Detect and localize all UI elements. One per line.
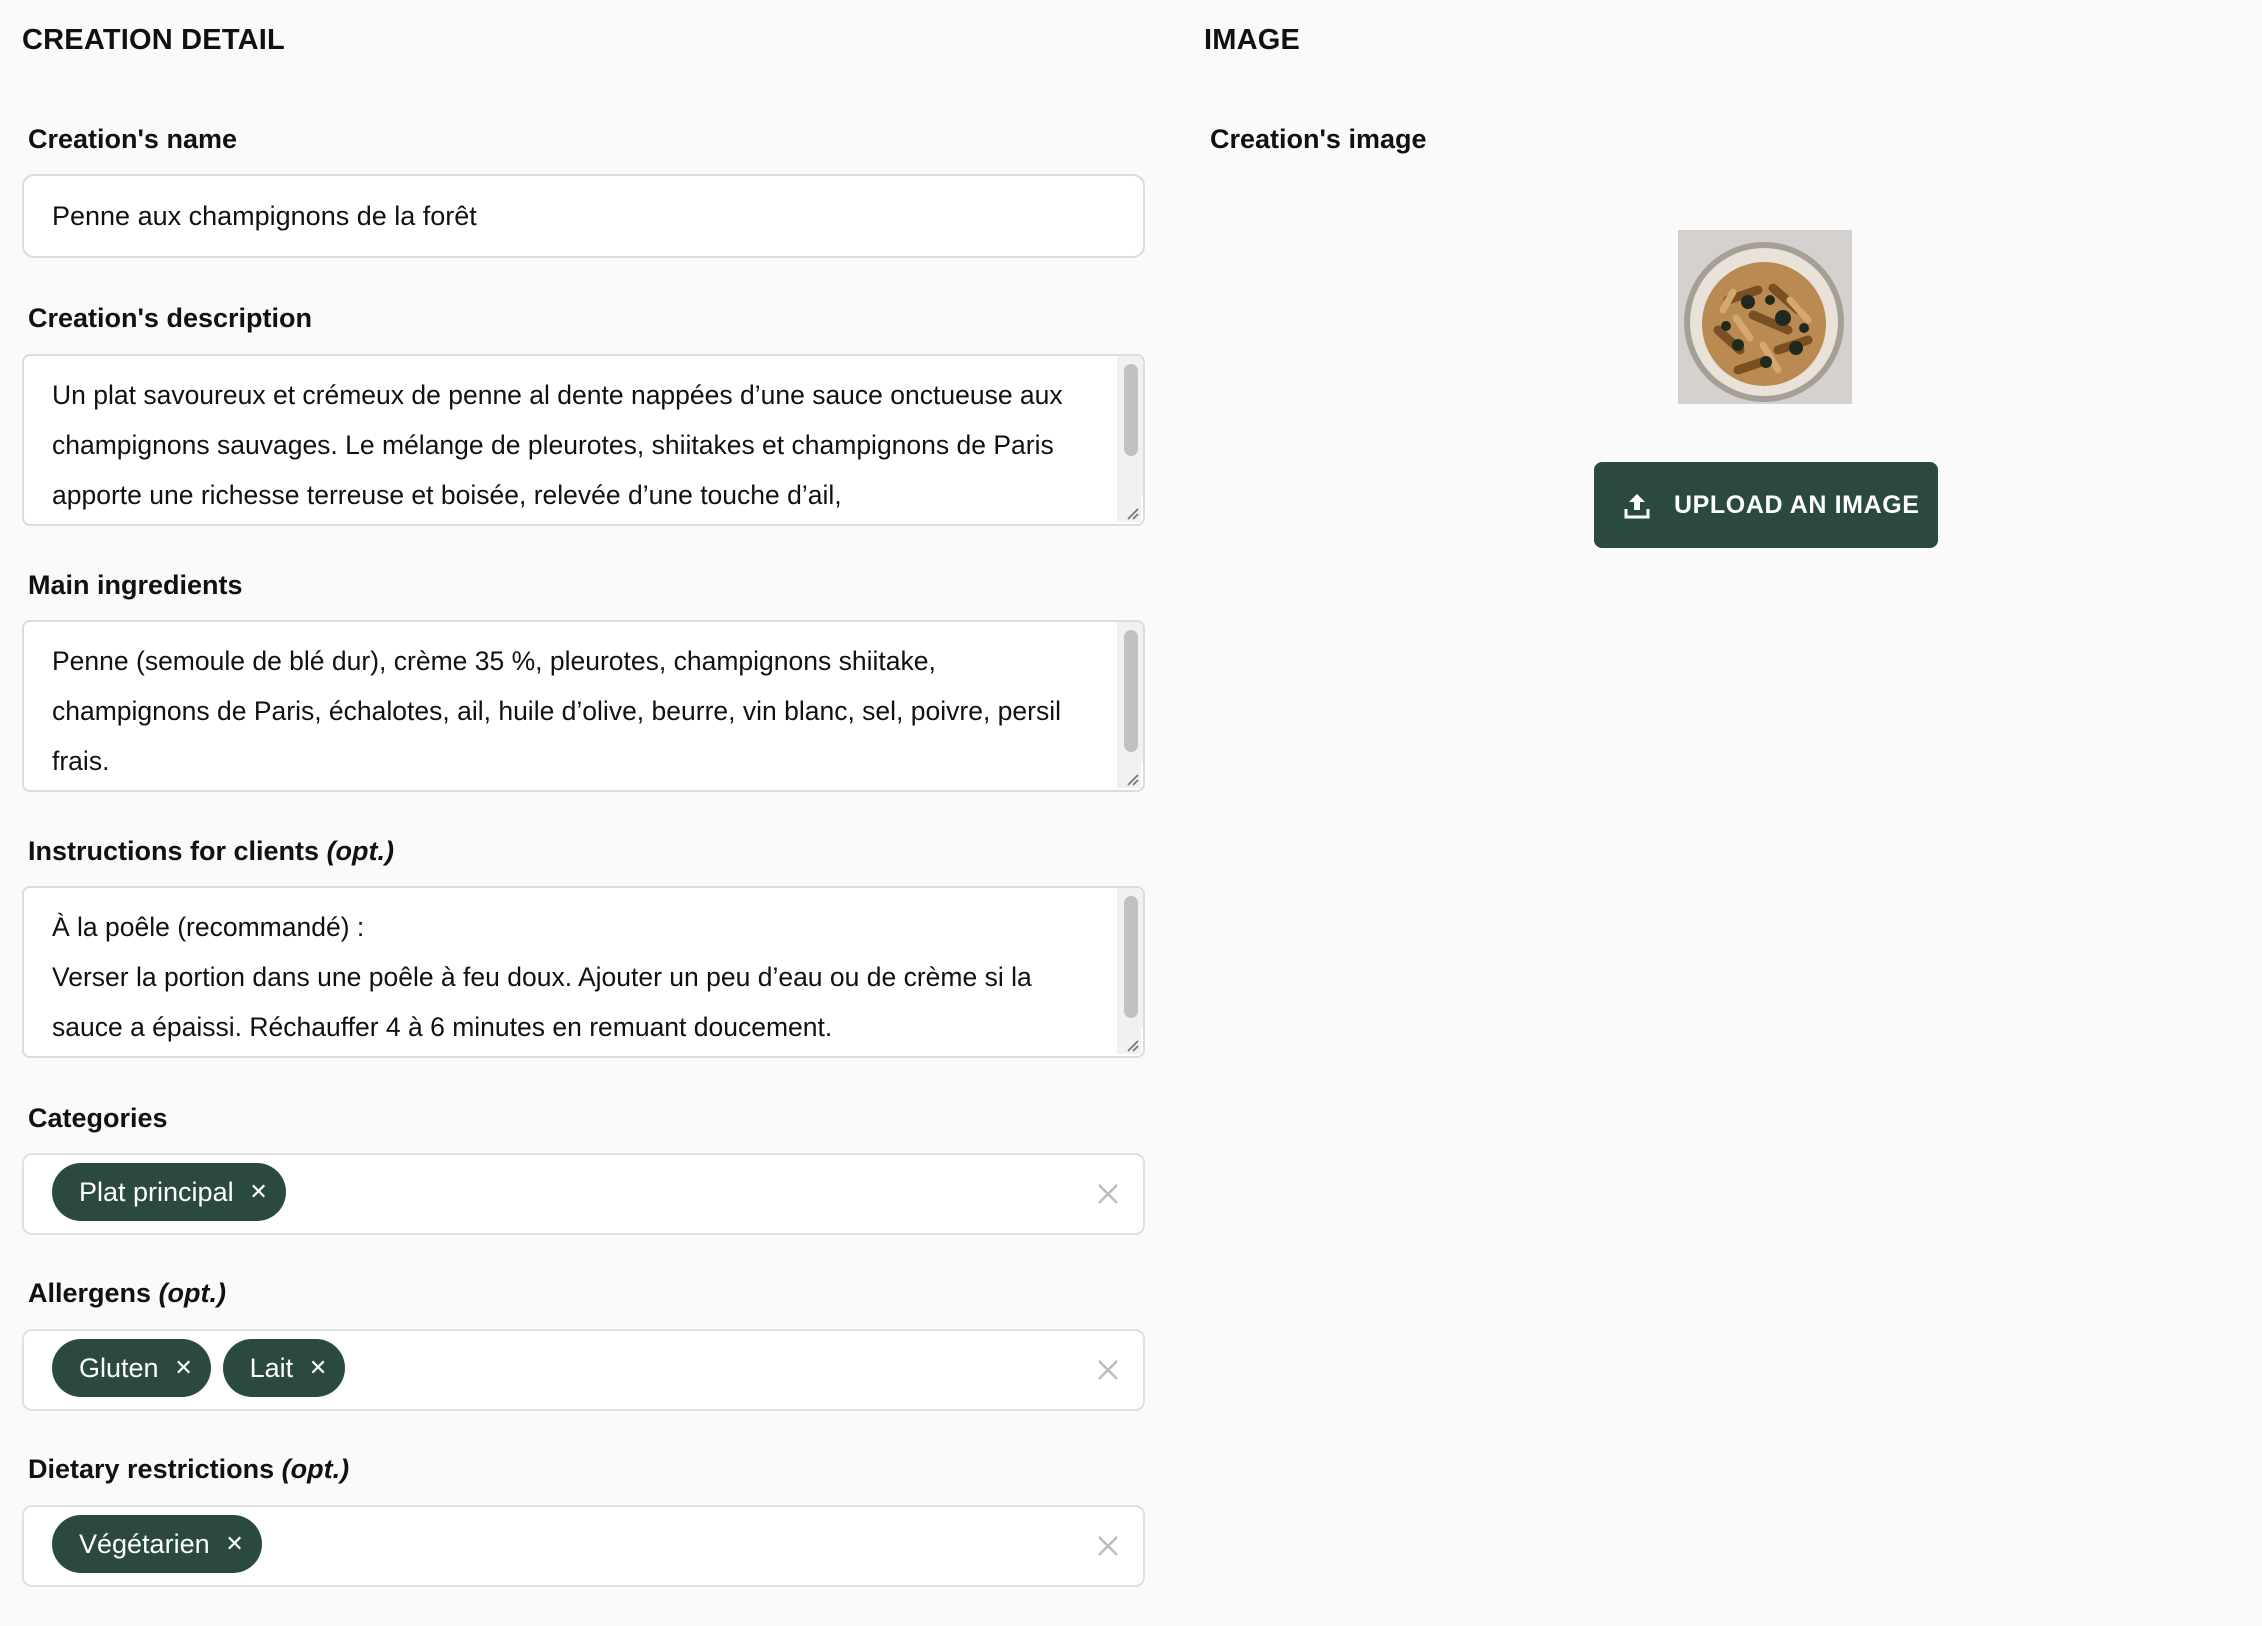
chip-remove-icon[interactable]: ✕: [171, 1355, 197, 1381]
optional-marker: (opt.): [158, 1278, 227, 1308]
ingredients-label: Main ingredients: [28, 570, 243, 600]
ingredients-textarea[interactable]: Penne (semoule de blé dur), crème 35 %, …: [22, 620, 1145, 792]
allergen-chip: Lait ✕: [222, 1339, 346, 1397]
instructions-scrollbar[interactable]: [1117, 888, 1143, 1028]
dietary-label-text: Dietary restrictions: [28, 1454, 275, 1484]
instructions-label-text: Instructions for clients: [28, 836, 320, 866]
chip-remove-icon[interactable]: ✕: [246, 1179, 272, 1205]
dietary-label: Dietary restrictions (opt.): [28, 1454, 349, 1485]
chip-label: Gluten: [79, 1352, 159, 1383]
description-text: Un plat savoureux et crémeux de penne al…: [52, 380, 1071, 510]
allergen-chip: Gluten ✕: [52, 1339, 211, 1397]
categories-select[interactable]: Plat principal ✕: [22, 1153, 1145, 1235]
chip-label: Végétarien: [79, 1528, 210, 1559]
upload-icon: [1624, 494, 1650, 519]
dietary-chip: Végétarien ✕: [52, 1515, 262, 1573]
upload-button-label: UPLOAD AN IMAGE: [1674, 490, 1920, 519]
allergens-select[interactable]: Gluten ✕ Lait ✕: [22, 1329, 1145, 1411]
instructions-textarea[interactable]: À la poêle (recommandé) : Verser la port…: [22, 886, 1145, 1058]
resize-handle-icon[interactable]: [1117, 760, 1141, 788]
resize-handle-icon[interactable]: [1117, 1026, 1141, 1054]
optional-marker: (opt.): [326, 836, 395, 866]
allergens-label-text: Allergens: [28, 1278, 152, 1308]
dietary-select[interactable]: Végétarien ✕: [22, 1505, 1145, 1587]
description-label: Creation's description: [28, 303, 312, 333]
category-chip: Plat principal ✕: [52, 1163, 286, 1221]
ingredients-scrollbar[interactable]: [1117, 622, 1143, 762]
name-label: Creation's name: [28, 124, 237, 154]
description-scrollbar[interactable]: [1117, 356, 1143, 496]
chip-remove-icon[interactable]: ✕: [222, 1531, 248, 1557]
chip-remove-icon[interactable]: ✕: [305, 1355, 331, 1381]
clear-icon[interactable]: [1095, 1181, 1121, 1207]
chip-label: Plat principal: [79, 1176, 234, 1207]
section-title: IMAGE: [1204, 24, 1301, 56]
description-textarea[interactable]: Un plat savoureux et crémeux de penne al…: [22, 354, 1145, 526]
section-title: CREATION DETAIL: [22, 24, 285, 56]
creation-image-thumbnail: [1678, 230, 1852, 404]
categories-label: Categories: [28, 1103, 168, 1133]
name-input[interactable]: [22, 174, 1145, 258]
scrollbar-thumb[interactable]: [1124, 630, 1138, 752]
pasta-bowl-image: [1678, 230, 1852, 404]
chip-label: Lait: [249, 1352, 294, 1383]
resize-handle-icon[interactable]: [1117, 494, 1141, 522]
ingredients-text: Penne (semoule de blé dur), crème 35 %, …: [52, 646, 1069, 776]
scrollbar-thumb[interactable]: [1124, 364, 1138, 456]
optional-marker: (opt.): [281, 1454, 350, 1484]
instructions-text: À la poêle (recommandé) : Verser la port…: [52, 912, 1032, 1042]
scrollbar-thumb[interactable]: [1124, 896, 1138, 1018]
instructions-label: Instructions for clients (opt.): [28, 836, 394, 867]
allergens-label: Allergens (opt.): [28, 1278, 226, 1309]
clear-icon[interactable]: [1095, 1533, 1121, 1559]
upload-image-button[interactable]: UPLOAD AN IMAGE: [1594, 462, 1938, 548]
clear-icon[interactable]: [1095, 1357, 1121, 1383]
image-label: Creation's image: [1210, 124, 1427, 154]
